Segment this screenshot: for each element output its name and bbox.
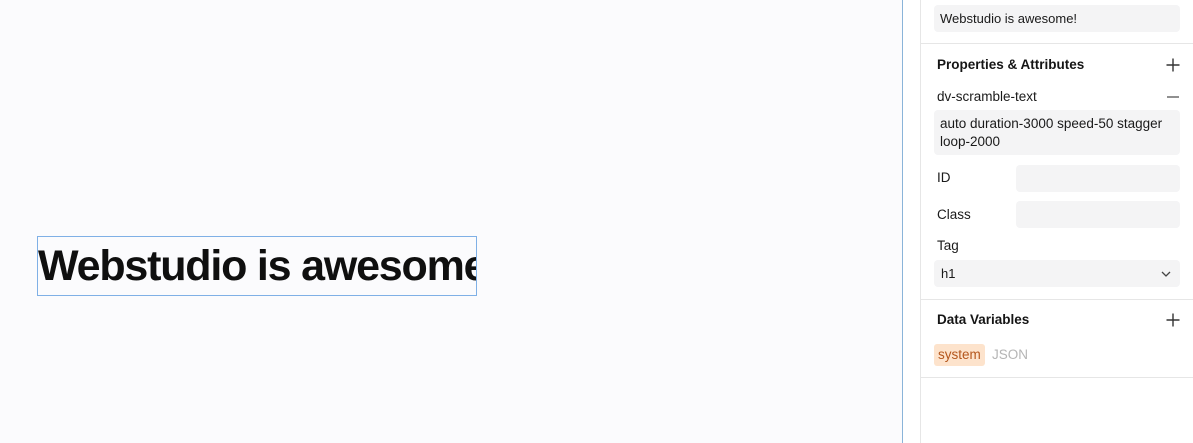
attribute-name: dv-scramble-text — [937, 89, 1037, 104]
tag-select[interactable]: h1 — [934, 260, 1180, 287]
data-variables-section-title: Data Variables — [937, 312, 1030, 327]
selected-heading[interactable]: Webstudio is awesome! — [37, 236, 477, 296]
add-variable-button[interactable] — [1165, 312, 1181, 328]
section-divider — [921, 377, 1193, 378]
id-input[interactable] — [1016, 165, 1180, 192]
text-content-field[interactable]: Webstudio is awesome! — [934, 5, 1180, 32]
tag-label: Tag — [937, 238, 959, 253]
plus-icon — [1165, 57, 1181, 73]
properties-section-title: Properties & Attributes — [937, 57, 1085, 72]
attribute-value-field[interactable]: auto duration-3000 speed-50 stagger loop… — [934, 110, 1180, 155]
panel-gutter — [903, 0, 921, 443]
class-input[interactable] — [1016, 201, 1180, 228]
variable-type-label: JSON — [992, 347, 1029, 362]
builder-window: Webstudio is awesome! Webstudio is aweso… — [0, 0, 1193, 443]
class-label: Class — [937, 207, 971, 222]
tag-select-value: h1 — [941, 266, 956, 281]
id-label: ID — [937, 170, 951, 185]
section-divider — [921, 299, 1193, 300]
minus-icon — [1165, 90, 1181, 104]
settings-panel: Webstudio is awesome! Properties & Attri… — [921, 0, 1193, 443]
chevron-down-icon — [1160, 268, 1172, 280]
plus-icon — [1165, 312, 1181, 328]
design-canvas[interactable]: Webstudio is awesome! — [0, 0, 903, 443]
variable-name-badge[interactable]: system — [934, 344, 985, 366]
section-divider — [921, 43, 1193, 44]
add-property-button[interactable] — [1165, 57, 1181, 73]
remove-attribute-button[interactable] — [1165, 90, 1181, 104]
